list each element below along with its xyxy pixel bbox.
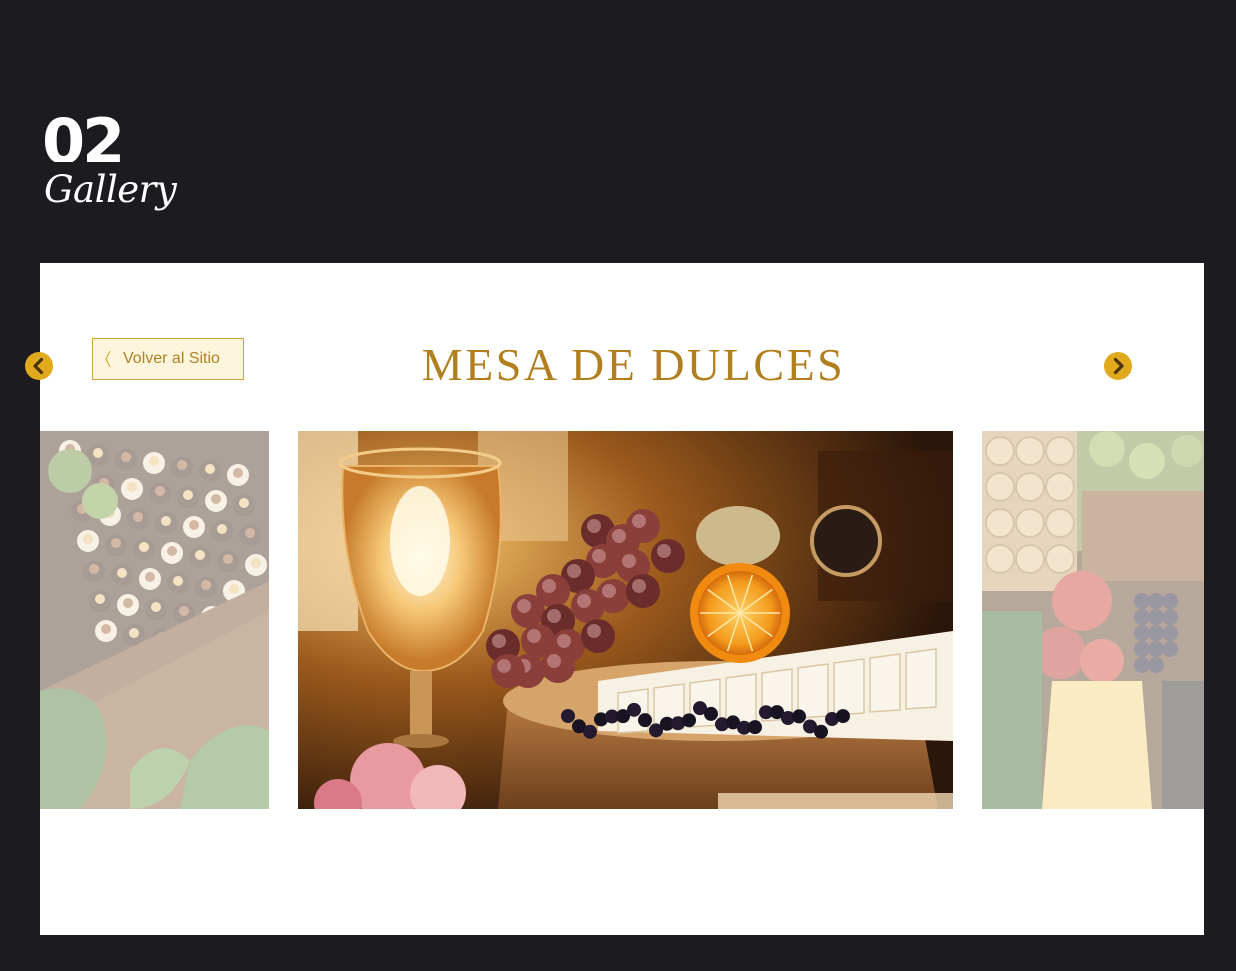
- next-slide-button[interactable]: [1104, 352, 1132, 380]
- gallery-title: MESA DE DULCES: [421, 339, 846, 390]
- chevron-right-icon: [1104, 352, 1132, 380]
- page: 02 Gallery Volver al Sitio MESA DE DULCE…: [0, 0, 1236, 971]
- section-label: Gallery: [44, 168, 177, 211]
- slide-active-image[interactable]: [298, 431, 953, 809]
- gallery-frame: Volver al Sitio MESA DE DULCES: [40, 263, 1204, 935]
- section-number: 02: [42, 106, 123, 162]
- slide-fade-overlay: [40, 431, 269, 809]
- slide-fade-overlay: [982, 431, 1204, 809]
- slide-next-image[interactable]: [982, 431, 1204, 809]
- slide-previous-image[interactable]: [40, 431, 269, 809]
- prev-slide-button[interactable]: [25, 352, 53, 380]
- chevron-left-icon: [25, 352, 53, 380]
